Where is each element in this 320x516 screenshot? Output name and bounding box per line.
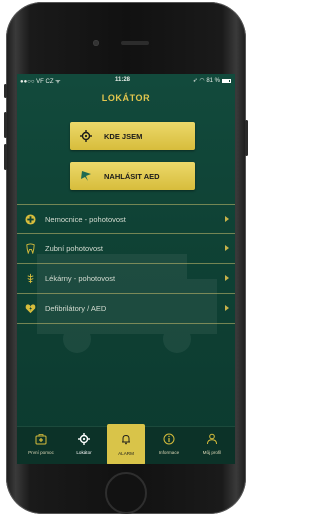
chevron-right-icon [225, 216, 229, 222]
list-item-label: Defibrilátory / AED [45, 304, 107, 313]
tooth-icon [26, 243, 35, 254]
locate-icon [80, 130, 92, 142]
power-button [245, 120, 248, 156]
tab-prvni-pomoc[interactable]: První pomoc [22, 427, 60, 464]
battery-icon [222, 79, 231, 83]
status-bar: ●●○○ VF CZ ᯤ 11:28 ➶ ◠ 81 % [17, 74, 235, 88]
status-time: 11:28 [115, 77, 131, 83]
app-screen: ●●○○ VF CZ ᯤ 11:28 ➶ ◠ 81 % LOKÁTOR KDE … [17, 74, 235, 464]
list-item-label: Lékárny - pohotovost [45, 274, 116, 283]
first-aid-kit-icon [35, 434, 47, 445]
tab-label: ALARM [118, 451, 134, 456]
status-battery: ➶ ◠ 81 % [193, 77, 231, 84]
tab-label: Můj profil [202, 450, 222, 455]
list-item-zubni[interactable]: Zubní pohotovost [17, 234, 235, 264]
list-item-label: Zubní pohotovost [45, 244, 103, 253]
volume-up-button [4, 112, 7, 138]
tab-label: Informace [158, 450, 180, 455]
front-camera [93, 40, 99, 46]
home-button[interactable] [105, 472, 147, 514]
nahlasit-aed-button[interactable]: NAHLÁSIT AED [70, 162, 195, 190]
chevron-right-icon [225, 275, 229, 281]
tab-informace[interactable]: Informace [150, 427, 188, 464]
pharmacy-icon [27, 273, 34, 284]
status-battery-label: ➶ ◠ 81 % [192, 78, 220, 84]
list-item-defibrilatory[interactable]: Defibrilátory / AED [17, 294, 235, 324]
earpiece-speaker [121, 41, 149, 45]
hospital-icon [25, 214, 36, 225]
status-carrier: ●●○○ VF CZ ᯤ [20, 79, 61, 85]
tab-label: První pomoc [28, 450, 54, 455]
list-item-lekarny[interactable]: Lékárny - pohotovost [17, 264, 235, 294]
volume-down-button [4, 144, 7, 170]
flag-icon [81, 171, 91, 181]
page-title: LOKÁTOR [101, 93, 151, 103]
heart-bolt-icon [25, 304, 36, 314]
chevron-right-icon [225, 305, 229, 311]
tab-muj-profil[interactable]: Můj profil [193, 427, 231, 464]
nahlasit-aed-label: NAHLÁSIT AED [104, 172, 160, 181]
tab-label: Lokátor [76, 450, 92, 455]
info-icon [163, 433, 175, 445]
kde-jsem-button[interactable]: KDE JSEM [70, 122, 195, 150]
kde-jsem-label: KDE JSEM [104, 132, 143, 141]
list-item-label: Nemocnice - pohotovost [45, 215, 126, 224]
locate-icon [78, 433, 90, 445]
tab-alarm[interactable]: ALARM [107, 424, 145, 464]
profile-icon [207, 433, 217, 445]
locator-list: Nemocnice - pohotovost Zubní pohotovost … [17, 204, 235, 324]
list-item-nemocnice[interactable]: Nemocnice - pohotovost [17, 204, 235, 234]
bell-icon [122, 434, 130, 445]
tab-bar: První pomoc Lokátor ALARM Informace Můj … [17, 424, 235, 464]
chevron-right-icon [225, 245, 229, 251]
mute-switch [4, 84, 7, 98]
tab-lokator[interactable]: Lokátor [65, 427, 103, 464]
